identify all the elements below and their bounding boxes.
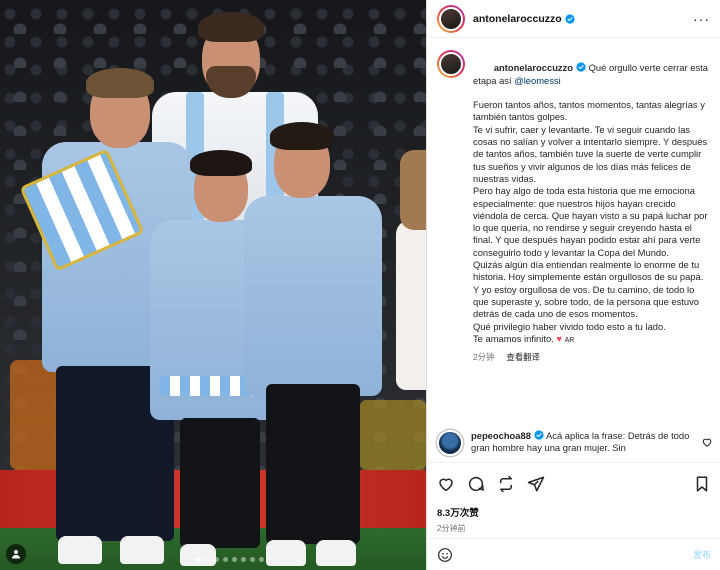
child-right [244,122,384,570]
bookmark-icon[interactable] [693,475,711,493]
post-header: antonelaroccuzzo ··· [427,0,720,38]
caption-username[interactable]: antonelaroccuzzo [494,62,573,73]
mention-link[interactable]: @leomessi [514,75,561,86]
emoji-icon[interactable] [437,547,453,563]
carousel-indicator [196,557,273,562]
post-photo[interactable] [0,0,426,570]
commenter-username[interactable]: pepeochoa88 [471,430,531,441]
verified-badge-icon [534,430,544,440]
more-options-icon[interactable]: ··· [693,11,710,27]
action-bar: 8.3万次赞 2分钟前 [427,462,720,534]
author-avatar[interactable] [437,4,465,33]
comment-item: pepeochoa88 Acá aplica la frase: Detrás … [437,430,713,458]
caption-text: Fueron tantos años, tantos momentos, tan… [473,99,708,344]
add-comment-bar: 发布 [427,538,720,570]
comment-text-block: pepeochoa88 Acá aplica la frase: Detrás … [471,430,697,458]
paper-plane-icon[interactable] [527,475,545,493]
heart-icon[interactable] [437,475,455,493]
red-heart-emoji: ♥ [556,332,562,344]
tagged-users-button[interactable] [6,544,26,564]
commenter-avatar[interactable] [437,430,463,456]
user-tag-icon [12,550,20,559]
comment-input[interactable] [461,549,693,560]
comment-bubble-icon[interactable] [467,475,485,493]
caption-text-block: antonelaroccuzzo Qué orgullo verte cerra… [473,50,709,363]
repost-icon[interactable] [497,475,515,493]
post-details-panel: antonelaroccuzzo ··· antonelaroccuzzo Qu… [426,0,720,570]
post-timestamp: 2分钟前 [437,524,466,533]
caption-timestamp: 2分钟 [473,352,495,363]
verified-badge-icon [576,62,586,72]
author-username[interactable]: antonelaroccuzzo [473,13,562,25]
caption: antonelaroccuzzo Qué orgullo verte cerra… [427,38,720,363]
caption-author-avatar[interactable] [437,50,465,78]
post-comment-button[interactable]: 发布 [693,548,711,561]
verified-badge-icon [565,13,575,24]
like-count[interactable]: 8.3万次赞 [437,505,711,519]
caption-meta: 2分钟 查看翻译 [473,351,709,363]
see-translation-link[interactable]: 查看翻译 [506,351,540,363]
comment-like-heart-icon[interactable] [701,436,713,448]
flag-emoji: AR [564,336,575,344]
background-woman [392,150,426,390]
